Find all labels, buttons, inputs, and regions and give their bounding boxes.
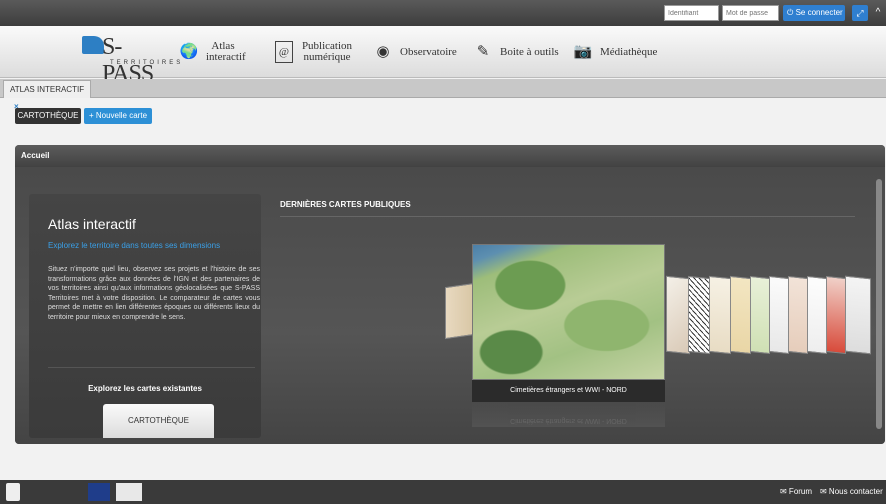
top-login-bar: ⏻ Se connecter ⤢ ^ (0, 0, 886, 26)
at-icon: @ (275, 41, 293, 63)
latest-maps-title: DERNIÈRES CARTES PUBLIQUES (280, 200, 411, 209)
map-thumbnail[interactable] (445, 282, 475, 340)
nav-item-publication[interactable]: @ Publication numérique (275, 26, 355, 78)
connect-button[interactable]: ⏻ Se connecter (783, 5, 845, 21)
collapse-icon[interactable]: ^ (871, 5, 885, 21)
cartotheque-button[interactable]: CARTOTHÈQUE (15, 108, 81, 124)
featured-map-reflection: Cimetières étrangers et WWI - NORD (472, 403, 665, 427)
nav-item-label: Boite à outils (500, 45, 559, 58)
contact-link[interactable]: ✉ Nous contacter (820, 484, 884, 500)
nav-item-observatoire[interactable]: ◉ Observatoire (372, 26, 457, 78)
fullscreen-icon[interactable]: ⤢ (852, 5, 868, 21)
featured-map-thumbnail[interactable] (472, 244, 665, 380)
featured-map-caption[interactable]: Cimetières étrangers et WWI - NORD (472, 380, 665, 402)
map-thumbnail[interactable] (666, 275, 690, 355)
map-thumbnail[interactable] (826, 275, 846, 355)
home-panel: Accueil Atlas interactif Explorez le ter… (15, 145, 885, 444)
power-icon: ⏻ (787, 8, 794, 17)
map-thumbnail[interactable] (769, 275, 789, 355)
logo-mark (82, 36, 104, 54)
nav-item-atlas[interactable]: 🌍 Atlas interactif (178, 26, 246, 78)
map-thumbnail[interactable] (730, 275, 751, 355)
card-description: Situez n'importe quel lieu, observez ses… (48, 266, 260, 321)
forum-link[interactable]: ✉ Forum (780, 484, 816, 500)
eye-icon: ◉ (376, 44, 390, 60)
partner-logo (116, 483, 142, 501)
camera-icon: 📷 (573, 44, 593, 60)
panel-header: Accueil (15, 145, 885, 167)
connect-label: Se connecter (795, 8, 843, 17)
footer: ✉ Forum ✉ Nous contacter (0, 480, 886, 504)
main-navigation: S-PASS TERRITOIRES 🌍 Atlas interactif @ … (0, 26, 886, 87)
password-input[interactable] (722, 5, 779, 21)
map-thumbnail[interactable] (807, 275, 827, 355)
latest-maps-divider (280, 216, 855, 217)
nav-item-mediatheque[interactable]: 📷 Médiathèque (572, 26, 658, 78)
username-input[interactable] (664, 5, 719, 21)
globe-icon: 🌍 (179, 44, 199, 60)
tab-atlas-interactif[interactable]: ATLAS INTERACTIF × (3, 80, 91, 111)
card-divider (48, 367, 255, 368)
explore-maps-label: Explorez les cartes existantes (88, 384, 202, 393)
nav-item-boite-a-outils[interactable]: ✎ Boite à outils (472, 26, 559, 78)
map-thumbnail[interactable] (750, 275, 770, 355)
map-thumbnail[interactable] (709, 275, 731, 355)
partner-logo (6, 483, 20, 501)
tools-icon: ✎ (476, 44, 490, 60)
tab-label: ATLAS INTERACTIF (10, 85, 85, 94)
map-thumbnail[interactable] (845, 275, 871, 355)
new-map-button[interactable]: + Nouvelle carte (84, 108, 152, 124)
card-cartotheque-button[interactable]: CARTOTHÈQUE (103, 404, 214, 438)
map-thumbnail[interactable] (788, 275, 808, 355)
logo-subtitle: TERRITOIRES (110, 60, 184, 66)
card-title: Atlas interactif (48, 216, 136, 232)
nav-item-label: Publication numérique (301, 40, 353, 63)
eu-flag-logo (88, 483, 110, 501)
scrollbar[interactable] (876, 179, 882, 429)
atlas-intro-card: Atlas interactif Explorez le territoire … (29, 194, 261, 438)
nav-item-label: Atlas interactif (206, 40, 246, 63)
map-thumbnail[interactable] (688, 275, 710, 355)
nav-item-label: Médiathèque (600, 45, 658, 58)
nav-item-label: Observatoire (400, 45, 457, 58)
panel-body: Atlas interactif Explorez le territoire … (15, 167, 885, 444)
card-subtitle: Explorez le territoire dans toutes ses d… (48, 241, 221, 250)
tab-bar: ATLAS INTERACTIF × (0, 79, 886, 111)
spass-logo[interactable]: S-PASS TERRITOIRES (82, 32, 180, 87)
